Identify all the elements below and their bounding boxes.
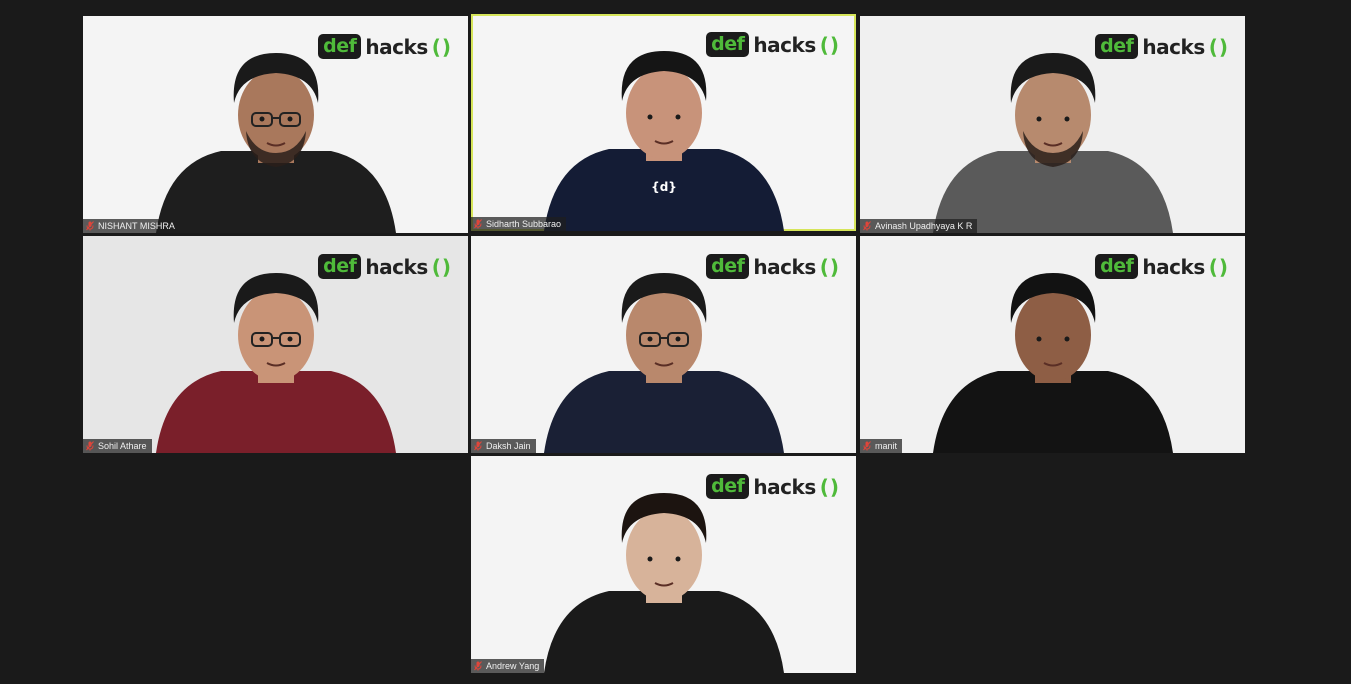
participant-video — [932, 53, 1173, 233]
participant-name-tag: Daksh Jain — [471, 439, 536, 453]
logo-hacks: hacks — [753, 32, 816, 57]
participant-tile[interactable]: def hacks() Andrew Yang — [471, 456, 856, 673]
logo-hacks: hacks — [1142, 254, 1205, 279]
participant-video — [543, 273, 784, 453]
participant-name: Andrew Yang — [486, 661, 540, 671]
logo-paren: () — [1208, 34, 1229, 59]
logo-def: def — [1095, 254, 1139, 279]
defhacks-logo: def hacks() — [706, 254, 840, 279]
participant-name: Sidharth Subbarao — [486, 219, 562, 229]
participant-tile[interactable]: def hacks() NISHANT MISHRA — [83, 16, 468, 233]
logo-def: def — [706, 254, 750, 279]
participant-name-tag: Avinash Upadhyaya K R — [860, 219, 978, 233]
mic-muted-icon — [474, 441, 482, 451]
participant-name-tag: Sohil Athare — [83, 439, 152, 453]
mic-muted-icon — [86, 441, 94, 451]
participant-name-tag: Sidharth Subbarao — [471, 217, 567, 231]
mic-muted-icon — [474, 661, 482, 671]
participant-tile[interactable]: def hacks() Daksh Jain — [471, 236, 856, 453]
participant-video — [155, 53, 396, 233]
logo-def: def — [318, 34, 362, 59]
participant-video: {d} — [543, 51, 784, 231]
logo-hacks: hacks — [753, 254, 816, 279]
defhacks-logo: def hacks() — [706, 474, 840, 499]
participant-name-tag: manit — [860, 439, 903, 453]
participant-tile[interactable]: def hacks() manit — [860, 236, 1245, 453]
mic-muted-icon — [863, 221, 871, 231]
logo-paren: () — [819, 474, 840, 499]
logo-paren: () — [819, 32, 840, 57]
logo-hacks: hacks — [365, 254, 428, 279]
logo-paren: () — [819, 254, 840, 279]
participant-tile[interactable]: def hacks() Avinash Upadhyaya K R — [860, 16, 1245, 233]
svg-text:{d}: {d} — [651, 180, 677, 194]
participant-video — [543, 493, 784, 673]
defhacks-logo: def hacks() — [318, 254, 452, 279]
mic-muted-icon — [86, 221, 94, 231]
defhacks-logo: def hacks() — [706, 32, 840, 57]
participant-name: Daksh Jain — [486, 441, 531, 451]
participant-name-tag: NISHANT MISHRA — [83, 219, 180, 233]
participant-name: manit — [875, 441, 898, 451]
mic-muted-icon — [474, 219, 482, 229]
mic-muted-icon — [863, 441, 871, 451]
logo-def: def — [318, 254, 362, 279]
participant-name-tag: Andrew Yang — [471, 659, 545, 673]
participant-name: NISHANT MISHRA — [98, 221, 175, 231]
participant-tile[interactable]: {d} def hacks() Sidharth Subbarao — [471, 14, 856, 231]
participant-name: Avinash Upadhyaya K R — [875, 221, 973, 231]
participant-video — [932, 273, 1173, 453]
defhacks-logo: def hacks() — [1095, 34, 1229, 59]
logo-def: def — [706, 32, 750, 57]
defhacks-logo: def hacks() — [1095, 254, 1229, 279]
logo-paren: () — [1208, 254, 1229, 279]
logo-hacks: hacks — [753, 474, 816, 499]
logo-paren: () — [431, 34, 452, 59]
participant-tile[interactable]: def hacks() Sohil Athare — [83, 236, 468, 453]
logo-hacks: hacks — [1142, 34, 1205, 59]
logo-def: def — [706, 474, 750, 499]
defhacks-logo: def hacks() — [318, 34, 452, 59]
logo-paren: () — [431, 254, 452, 279]
participant-video — [155, 273, 396, 453]
participant-name: Sohil Athare — [98, 441, 147, 451]
logo-hacks: hacks — [365, 34, 428, 59]
logo-def: def — [1095, 34, 1139, 59]
